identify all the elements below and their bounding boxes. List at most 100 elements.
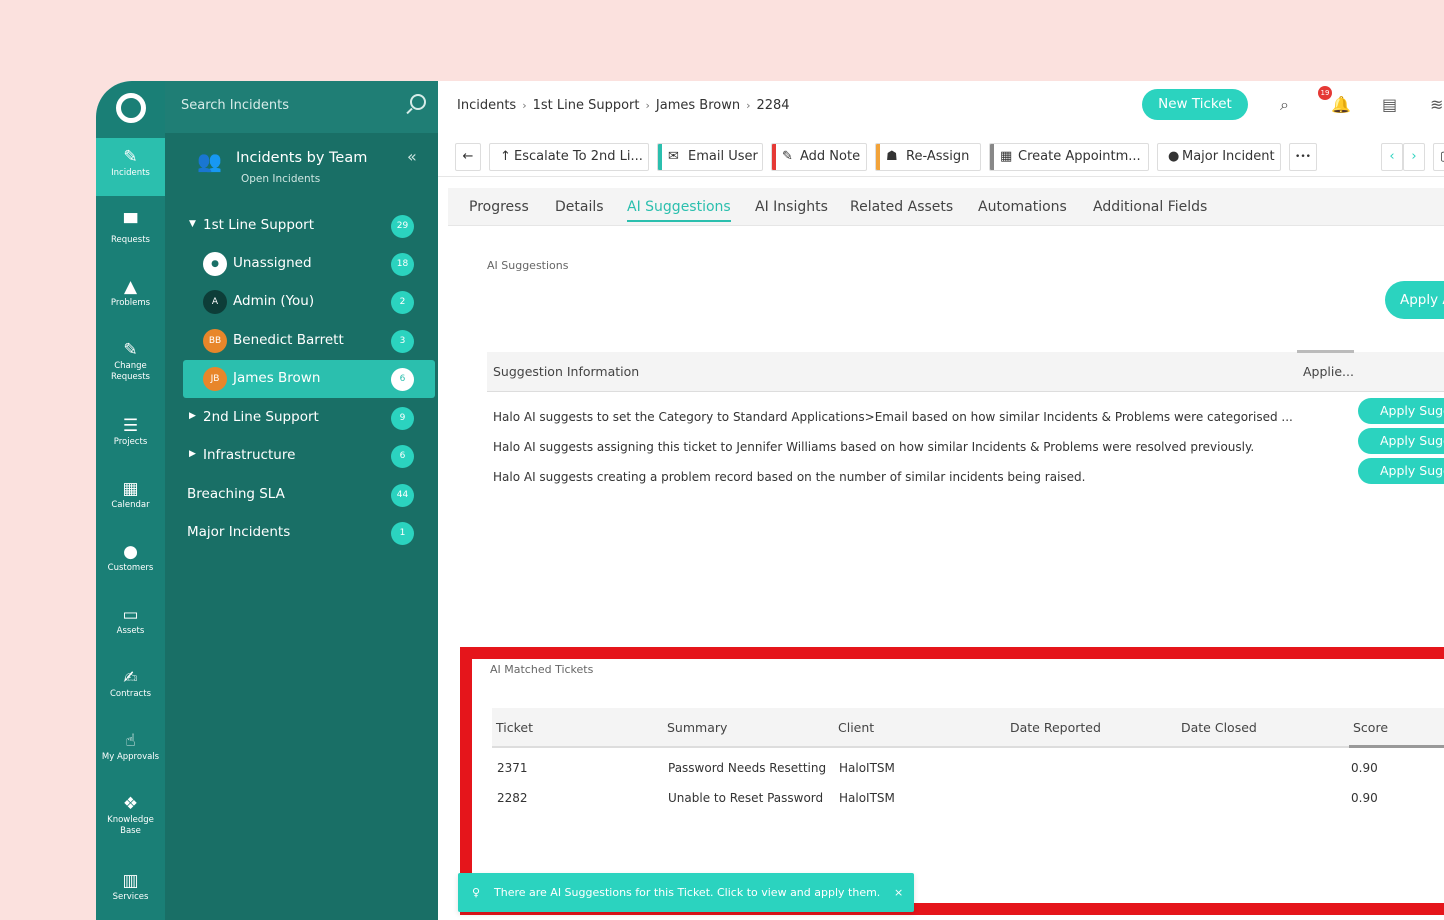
tree-item-infrastructure[interactable]: ▶ Infrastructure 6 <box>183 437 435 475</box>
search-input[interactable]: Search Incidents <box>181 98 289 113</box>
search-icon[interactable]: ⌕ <box>1280 95 1289 115</box>
table-row[interactable]: 2282 Unable to Reset Password HaloITSM 0… <box>492 783 1444 813</box>
reassign-button[interactable]: ☗ Re-Assign <box>875 143 981 171</box>
col-date-reported[interactable]: Date Reported <box>1010 720 1101 735</box>
rail-customers[interactable]: ● Customers <box>96 533 165 591</box>
main-content: Incidents › 1st Line Support › James Brown › 2… <box>438 81 1444 920</box>
panel-title: Incidents by Team <box>236 150 368 166</box>
module-rail: ✎ Incidents ▀ Requests ▲ Problems ✎ Change R… <box>96 81 165 920</box>
caret-right-icon[interactable]: ▶ <box>189 449 196 459</box>
tab-progress[interactable]: Progress <box>469 199 529 215</box>
tab-related-assets[interactable]: Related Assets <box>850 199 953 215</box>
accent-bar <box>990 144 994 170</box>
new-ticket-button[interactable]: New Ticket <box>1142 89 1248 120</box>
avatar: BB <box>203 329 227 353</box>
ai-suggestions-title: AI Suggestions <box>487 259 569 272</box>
rail-incidents[interactable]: ✎ Incidents <box>96 138 165 196</box>
envelope-icon: ✉ <box>668 149 679 164</box>
email-user-button[interactable]: ✉ Email User <box>657 143 763 171</box>
count-badge: 44 <box>391 484 414 507</box>
panel-icon: ▢ <box>1440 149 1444 164</box>
bell-icon[interactable]: 🔔 <box>1331 95 1351 114</box>
search-icon[interactable] <box>410 94 426 110</box>
back-button[interactable]: ← <box>455 143 481 171</box>
rail-change-requests[interactable]: ✎ Change Requests <box>96 331 165 389</box>
tree-item-james-brown[interactable]: JB James Brown 6 <box>183 360 435 398</box>
chevron-right-icon: › <box>522 99 527 112</box>
crumb-agent[interactable]: James Brown <box>656 98 740 113</box>
tree-item-major-incidents[interactable]: Major Incidents 1 <box>183 514 435 552</box>
accent-bar <box>876 144 880 170</box>
count-badge: 3 <box>391 330 414 353</box>
tree-item-benedict-barrett[interactable]: BB Benedict Barrett 3 <box>183 322 435 360</box>
panel-toggle-button[interactable]: ▢ <box>1433 143 1444 171</box>
tree-item-breaching-sla[interactable]: Breaching SLA 44 <box>183 476 435 514</box>
rail-requests[interactable]: ▀ Requests <box>96 205 165 263</box>
tab-ai-insights[interactable]: AI Insights <box>755 199 828 215</box>
col-client[interactable]: Client <box>838 720 874 735</box>
crumb-team[interactable]: 1st Line Support <box>533 98 640 113</box>
chevron-right-icon: › <box>645 99 650 112</box>
collapse-icon[interactable]: « <box>407 147 417 166</box>
rail-contracts[interactable]: ✍ Contracts <box>96 659 165 717</box>
ai-suggestions-toast[interactable]: ♀ There are AI Suggestions for this Tick… <box>458 873 914 912</box>
more-button[interactable]: ••• <box>1289 143 1317 171</box>
accent-bar <box>772 144 776 170</box>
tab-details[interactable]: Details <box>555 199 604 215</box>
create-appointment-button[interactable]: ▦ Create Appointm... <box>989 143 1149 171</box>
close-icon[interactable]: × <box>894 873 903 912</box>
rail-assets[interactable]: ▭ Assets <box>96 596 165 654</box>
tab-content: AI Suggestions Apply All Suggestion Info… <box>448 226 1444 920</box>
clipboard-icon[interactable]: ▤ <box>1382 95 1397 114</box>
rail-knowledge-base[interactable]: ❖ Knowledge Base <box>96 785 165 843</box>
col-summary[interactable]: Summary <box>667 720 727 735</box>
app-window: ✎ Incidents ▀ Requests ▲ Problems ✎ Change R… <box>96 81 1444 920</box>
halo-logo[interactable] <box>116 93 146 123</box>
table-row[interactable]: 2371 Password Needs Resetting HaloITSM 0… <box>492 753 1444 783</box>
rail-problems[interactable]: ▲ Problems <box>96 268 165 326</box>
col-ticket[interactable]: Ticket <box>496 720 533 735</box>
note-icon: ✎ <box>782 149 793 164</box>
notification-badge: 19 <box>1318 86 1332 100</box>
rail-my-approvals[interactable]: ☝ My Approvals <box>96 722 165 780</box>
apply-suggestion-button[interactable]: Apply Suggestion <box>1358 428 1444 454</box>
next-button[interactable]: › <box>1403 143 1425 171</box>
col-date-closed[interactable]: Date Closed <box>1181 720 1257 735</box>
rail-services[interactable]: ▥ Services <box>96 862 165 920</box>
tab-ai-suggestions[interactable]: AI Suggestions <box>627 199 731 222</box>
count-badge: 29 <box>391 215 414 238</box>
edit-icon: ✎ <box>123 340 138 360</box>
apply-suggestion-button[interactable]: Apply Suggestion <box>1358 458 1444 484</box>
thumbs-up-icon: ☝ <box>125 731 136 751</box>
suggestions-table-header: Suggestion Information Applie... <box>487 350 1444 392</box>
chevron-left-icon: ‹ <box>1389 149 1395 164</box>
tab-automations[interactable]: Automations <box>978 199 1067 215</box>
caret-down-icon[interactable]: ▼ <box>189 219 196 229</box>
apply-suggestion-button[interactable]: Apply Suggestion <box>1358 398 1444 424</box>
tab-additional-fields[interactable]: Additional Fields <box>1093 199 1207 215</box>
add-note-button[interactable]: ✎ Add Note <box>771 143 867 171</box>
escalate-button[interactable]: ↑ Escalate To 2nd Li... <box>489 143 649 171</box>
tree-item-unassigned[interactable]: ● Unassigned 18 <box>183 245 435 283</box>
rail-calendar[interactable]: ▦ Calendar <box>96 470 165 528</box>
suggestion-row: Halo AI suggests assigning this ticket t… <box>493 440 1255 454</box>
count-badge: 18 <box>391 253 414 276</box>
tree-item-2nd-line-support[interactable]: ▶ 2nd Line Support 9 <box>183 399 435 437</box>
person-icon: ● <box>123 542 138 562</box>
rail-projects[interactable]: ☰ Projects <box>96 407 165 465</box>
search-incidents[interactable]: Search Incidents <box>165 81 438 133</box>
book-icon: ▥ <box>122 871 139 891</box>
tree-item-1st-line-support[interactable]: ▼ 1st Line Support 29 <box>183 207 435 245</box>
top-bar: Incidents › 1st Line Support › James Brown › 2… <box>438 81 1444 133</box>
col-score[interactable]: Score <box>1353 720 1388 735</box>
caret-right-icon[interactable]: ▶ <box>189 411 196 421</box>
col-applied[interactable]: Applie... <box>1303 364 1354 379</box>
panel-subtitle: Open Incidents <box>241 173 321 185</box>
crumb-incidents[interactable]: Incidents <box>457 98 516 113</box>
major-incident-button[interactable]: ● Major Incident <box>1157 143 1281 171</box>
col-suggestion-information[interactable]: Suggestion Information <box>493 364 639 379</box>
tree-item-admin[interactable]: A Admin (You) 2 <box>183 283 435 321</box>
prev-button[interactable]: ‹ <box>1381 143 1403 171</box>
feed-icon[interactable]: ≋ <box>1430 95 1443 114</box>
apply-all-button[interactable]: Apply All <box>1385 281 1444 319</box>
